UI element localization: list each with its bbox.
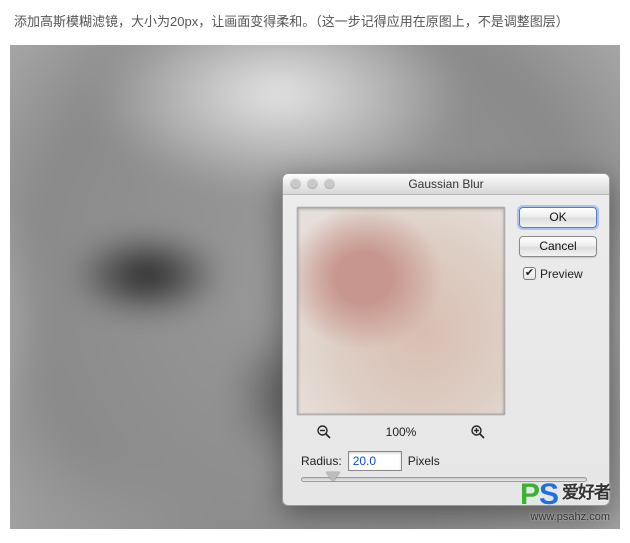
zoom-in-icon[interactable] [469,423,487,441]
zoom-out-icon[interactable] [315,423,333,441]
preview-checkbox-row[interactable]: ✔ Preview [519,267,597,281]
dialog-title: Gaussian Blur [408,177,483,191]
watermark-cn: 爱好者 [562,483,610,502]
zoom-icon[interactable] [324,178,335,189]
cancel-button[interactable]: Cancel [519,236,597,257]
watermark: PS爱好者 www.psahz.com [520,480,610,523]
dialog-body: 100% Radius: Pixels OK Cancel ✔ [283,195,609,505]
radius-input[interactable] [348,451,402,471]
zoom-controls: 100% [297,423,505,441]
blur-preview[interactable] [297,207,505,415]
window-controls[interactable] [290,178,335,189]
image-canvas: Gaussian Blur 100% Radius: Pixels [10,45,620,529]
tutorial-caption: 添加高斯模糊滤镜，大小为20px，让画面变得柔和。（这一步记得应用在原图上，不是… [0,0,630,41]
slider-thumb[interactable] [326,472,340,482]
preview-checkbox[interactable]: ✔ [523,267,536,280]
radius-row: Radius: Pixels [301,451,440,471]
radius-unit: Pixels [408,454,440,468]
watermark-url: www.psahz.com [520,512,610,523]
watermark-p: P [520,478,539,511]
dialog-titlebar[interactable]: Gaussian Blur [283,174,609,195]
watermark-s: S [539,478,558,511]
gaussian-blur-dialog: Gaussian Blur 100% Radius: Pixels [282,173,610,506]
ok-button[interactable]: OK [519,207,597,228]
dialog-buttons: OK Cancel ✔ Preview [519,207,597,281]
radius-label: Radius: [301,454,342,468]
zoom-value: 100% [386,425,417,439]
preview-label: Preview [540,267,583,281]
close-icon[interactable] [290,178,301,189]
minimize-icon[interactable] [307,178,318,189]
